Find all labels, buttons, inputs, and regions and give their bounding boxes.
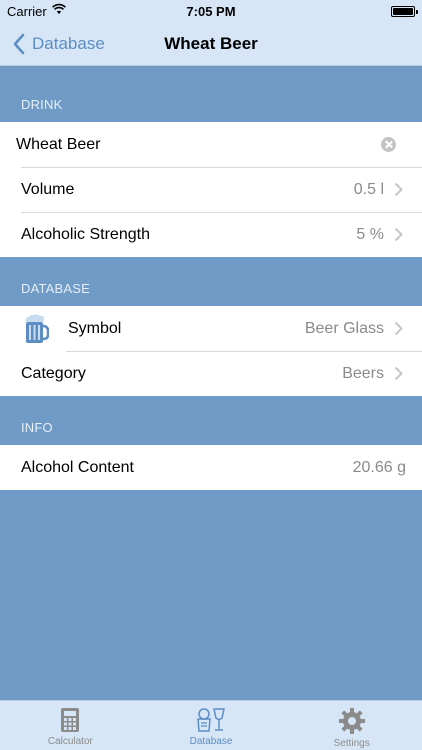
symbol-label: Symbol	[68, 319, 122, 337]
calculator-icon	[61, 708, 80, 732]
status-bar: Carrier 7:05 PM	[0, 0, 422, 22]
volume-label: Volume	[21, 180, 75, 198]
section-header-info: INFO	[0, 389, 422, 445]
alcohol-content-value: 20.66 g	[352, 458, 406, 476]
navigation-bar: Carrier 7:05 PM Database Wheat Beer	[0, 0, 422, 66]
tab-label: Calculator	[47, 736, 93, 747]
symbol-row[interactable]: Symbol Beer Glass	[0, 306, 422, 352]
tab-settings[interactable]: Settings	[281, 701, 422, 750]
tab-calculator[interactable]: Calculator	[0, 701, 141, 750]
section-header-drink: DRINK	[0, 66, 422, 122]
alcoholic-strength-label: Alcoholic Strength	[21, 225, 150, 243]
gear-icon	[338, 708, 365, 734]
volume-value: 0.5 l	[353, 180, 384, 198]
alcoholic-strength-value: 5 %	[356, 225, 384, 243]
section-header-label: DRINK	[21, 97, 63, 112]
drinks-icon	[197, 708, 225, 732]
drink-group: Volume 0.5 l Alcoholic Strength 5 %	[0, 122, 422, 257]
database-group: Symbol Beer Glass Category Beers	[0, 306, 422, 396]
chevron-right-icon	[394, 321, 403, 336]
section-header-label: INFO	[21, 420, 53, 435]
alcohol-content-label: Alcohol Content	[21, 458, 134, 476]
section-header-database: DATABASE	[0, 250, 422, 306]
volume-row[interactable]: Volume 0.5 l	[0, 167, 422, 213]
drink-name-row	[0, 122, 422, 168]
chevron-right-icon	[394, 182, 403, 197]
drink-name-input[interactable]	[16, 122, 366, 167]
chevron-right-icon	[394, 366, 403, 381]
tab-bar: Calculator Database Settings	[0, 700, 422, 750]
tab-database[interactable]: Database	[141, 701, 282, 750]
beer-mug-icon	[25, 314, 49, 343]
status-time: 7:05 PM	[186, 4, 236, 19]
info-group: Alcohol Content 20.66 g	[0, 445, 422, 490]
page-title: Wheat Beer	[164, 34, 258, 53]
category-value: Beers	[342, 364, 384, 382]
section-header-label: DATABASE	[21, 281, 91, 296]
symbol-value: Beer Glass	[304, 319, 384, 337]
clear-text-icon[interactable]	[381, 137, 396, 152]
chevron-right-icon	[394, 227, 403, 242]
category-label: Category	[21, 364, 86, 382]
tab-label: Settings	[333, 738, 370, 749]
battery-icon	[391, 6, 418, 17]
tab-label: Database	[189, 736, 233, 747]
alcohol-content-row: Alcohol Content 20.66 g	[0, 445, 422, 490]
